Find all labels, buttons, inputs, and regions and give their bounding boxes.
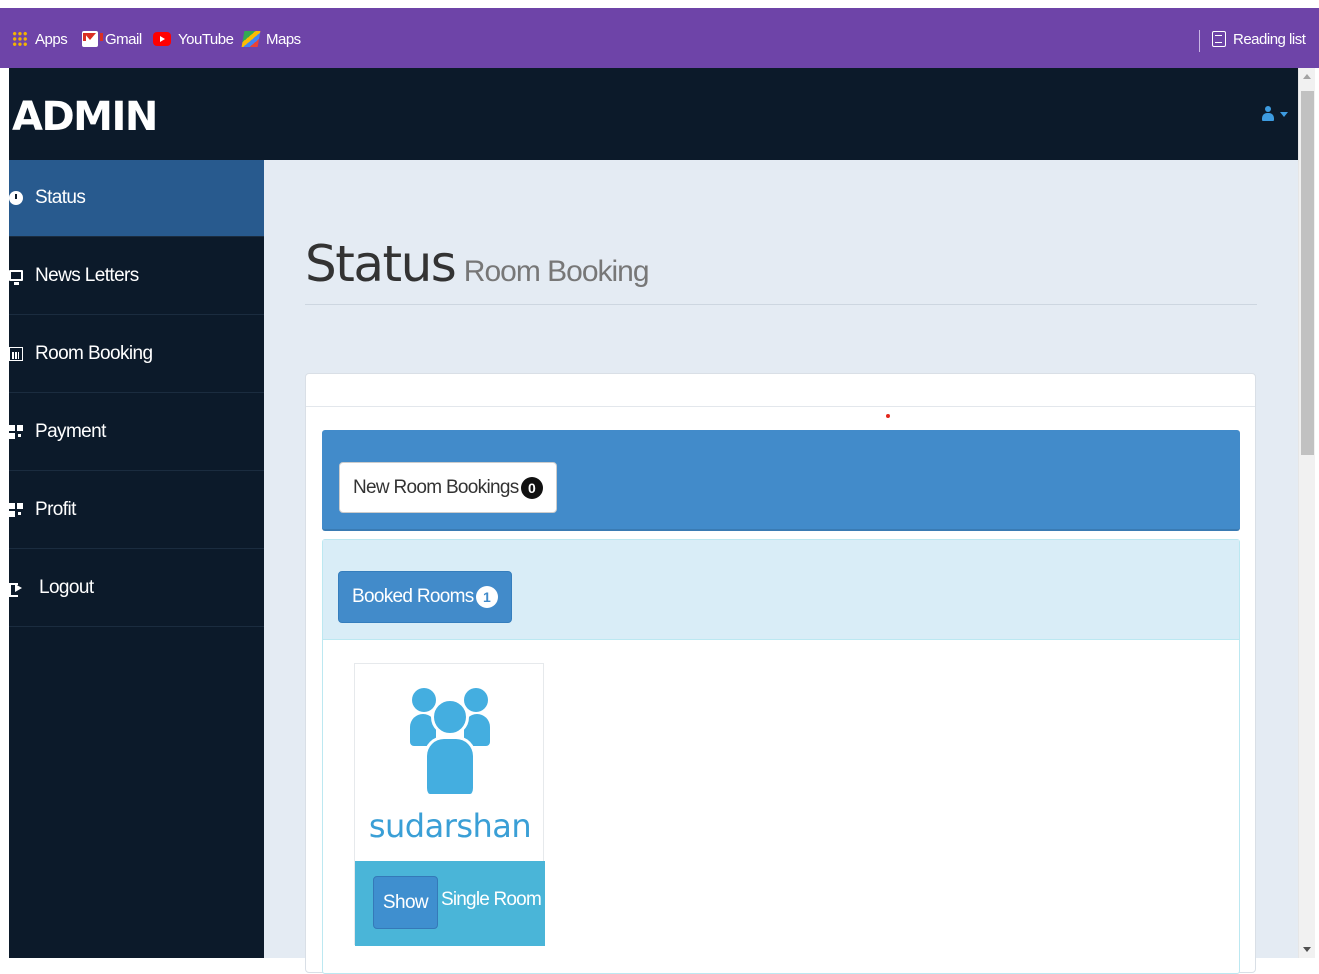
room-type-label: Single Room xyxy=(441,889,542,910)
vertical-scrollbar[interactable] xyxy=(1298,68,1315,958)
sidebar-item-label: Room Booking xyxy=(35,342,153,364)
bookmark-label: Apps xyxy=(35,30,68,48)
youtube-icon xyxy=(153,32,171,46)
apps-grid-icon xyxy=(12,31,28,47)
sidebar-item-label: Logout xyxy=(39,576,94,598)
bar-chart-icon xyxy=(9,346,23,361)
bookmark-maps[interactable]: Maps xyxy=(241,28,301,50)
reading-list-label: Reading list xyxy=(1233,30,1306,48)
sign-out-icon xyxy=(9,581,23,597)
sidebar-item-label: Payment xyxy=(35,420,106,442)
caret-down-icon xyxy=(1280,111,1288,117)
status-panel: New Room Bookings 0 Booked Rooms 1 sudar… xyxy=(305,373,1256,974)
bookmark-gmail[interactable]: Gmail xyxy=(82,28,142,50)
bookmark-label: Gmail xyxy=(105,30,142,48)
brand-title[interactable]: ADMIN xyxy=(12,94,158,140)
window-edge xyxy=(1315,68,1319,958)
qrcode-icon xyxy=(9,502,23,517)
window-edge xyxy=(0,68,9,958)
loading-dot xyxy=(886,414,890,418)
booked-rooms-panel: Booked Rooms 1 sudarshan Show Single Roo… xyxy=(322,539,1240,974)
sidebar-nav: Status News Letters Room Booking Payment… xyxy=(9,160,264,958)
show-button[interactable]: Show xyxy=(373,876,438,929)
booked-rooms-count-badge: 1 xyxy=(475,586,498,608)
page-header: Status Room Booking xyxy=(305,234,1257,305)
sidebar-item-label: News Letters xyxy=(35,264,139,286)
maps-icon xyxy=(241,31,261,47)
booked-rooms-heading: Booked Rooms 1 xyxy=(323,540,1239,640)
new-room-bookings-button[interactable]: New Room Bookings 0 xyxy=(339,462,557,513)
bookmarks-bar: Apps Gmail YouTube Maps Reading list xyxy=(0,0,1319,68)
sidebar-item-label: Profit xyxy=(35,498,76,520)
qrcode-icon xyxy=(9,424,23,439)
new-bookings-panel: New Room Bookings 0 xyxy=(322,430,1240,531)
reading-list-button[interactable]: Reading list xyxy=(1212,28,1306,50)
dashboard-icon xyxy=(9,191,23,205)
page-title: Status xyxy=(305,235,457,293)
card-footer: Show Single Room xyxy=(355,861,545,946)
sidebar-item-status[interactable]: Status xyxy=(9,160,264,237)
sidebar-item-payment[interactable]: Payment xyxy=(9,393,264,471)
desktop-icon xyxy=(9,270,23,285)
users-icon xyxy=(410,686,490,796)
bookmark-youtube[interactable]: YouTube xyxy=(153,28,234,50)
bookmark-apps[interactable]: Apps xyxy=(12,28,68,50)
booked-rooms-button[interactable]: Booked Rooms 1 xyxy=(338,571,512,623)
scroll-down-icon[interactable] xyxy=(1303,947,1311,952)
bookmark-label: YouTube xyxy=(178,30,234,48)
bookmarks-divider xyxy=(1199,30,1200,52)
new-bookings-count-badge: 0 xyxy=(520,476,543,499)
scroll-up-icon[interactable] xyxy=(1303,74,1311,79)
sidebar-item-label: Status xyxy=(35,187,86,208)
guest-name: sudarshan xyxy=(368,807,532,845)
page-subtitle: Room Booking xyxy=(463,255,650,288)
sidebar-item-room-booking[interactable]: Room Booking xyxy=(9,315,264,393)
reading-list-icon xyxy=(1212,31,1226,47)
booked-rooms-label: Booked Rooms xyxy=(352,586,474,607)
user-icon xyxy=(1262,106,1274,122)
panel-heading xyxy=(306,374,1255,407)
sidebar-item-logout[interactable]: Logout xyxy=(9,549,264,627)
user-menu-dropdown[interactable] xyxy=(1262,106,1288,122)
admin-header: ADMIN xyxy=(9,68,1298,160)
bookmark-label: Maps xyxy=(266,30,301,48)
sidebar-item-news-letters[interactable]: News Letters xyxy=(9,237,264,315)
new-room-bookings-label: New Room Bookings xyxy=(353,476,519,498)
main-content: Status Room Booking New Room Bookings 0 … xyxy=(264,160,1298,974)
booking-card: sudarshan Show Single Room xyxy=(354,663,545,946)
gmail-icon xyxy=(82,31,103,47)
scrollbar-thumb[interactable] xyxy=(1301,91,1314,455)
sidebar-item-profit[interactable]: Profit xyxy=(9,471,264,549)
